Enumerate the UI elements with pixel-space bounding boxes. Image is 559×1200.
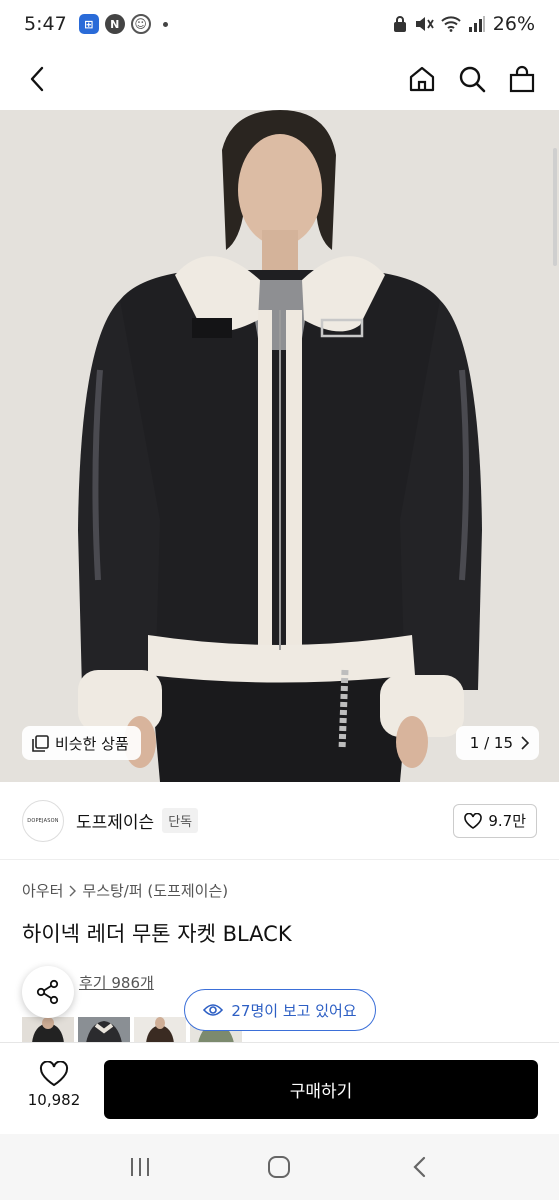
breadcrumb: 아우터 무스탕/퍼 (도프제이슨) bbox=[22, 880, 228, 901]
chevron-right-icon bbox=[521, 736, 529, 750]
breadcrumb-category[interactable]: 아우터 bbox=[22, 880, 63, 901]
mute-icon bbox=[415, 17, 434, 31]
product-photo bbox=[0, 110, 559, 782]
home-system-button[interactable] bbox=[264, 1152, 294, 1182]
lock-icon bbox=[393, 16, 406, 32]
share-icon bbox=[36, 979, 59, 1005]
brand-like-count: 9.7만 bbox=[488, 812, 526, 830]
system-navigation-bar bbox=[0, 1134, 559, 1200]
home-circle-icon bbox=[268, 1156, 291, 1178]
thumbnail-2[interactable] bbox=[78, 1017, 130, 1043]
buy-button[interactable]: 구매하기 bbox=[104, 1060, 538, 1119]
search-button[interactable] bbox=[457, 64, 487, 94]
heart-icon bbox=[464, 812, 483, 829]
wifi-icon bbox=[441, 16, 461, 32]
gallery-counter[interactable]: 1 / 15 bbox=[455, 726, 539, 760]
recent-apps-icon bbox=[130, 1158, 149, 1176]
review-link[interactable]: 후기 986개 bbox=[79, 972, 154, 993]
similar-items-button[interactable]: 비슷한 상품 bbox=[22, 726, 141, 760]
recent-apps-button[interactable] bbox=[125, 1152, 155, 1182]
thumbnail-1[interactable] bbox=[22, 1017, 74, 1043]
share-button[interactable] bbox=[22, 966, 74, 1018]
product-image[interactable]: 비슷한 상품 1 / 15 bbox=[0, 110, 559, 782]
home-icon bbox=[409, 66, 435, 92]
wishlist-count: 10,982 bbox=[27, 1091, 81, 1109]
thumbnail-3[interactable] bbox=[134, 1017, 186, 1043]
home-button[interactable] bbox=[407, 64, 437, 94]
bottom-action-bar: 10,982 구매하기 bbox=[0, 1042, 559, 1134]
viewers-indicator: 27명이 보고 있어요 bbox=[184, 989, 376, 1031]
app-header bbox=[0, 48, 559, 110]
battery-level: 26% bbox=[492, 13, 535, 35]
brand-like-button[interactable]: 9.7만 bbox=[453, 803, 537, 838]
status-bar: 5:47 ⊞ N ☺ 26% bbox=[0, 0, 559, 48]
exclusive-badge: 단독 bbox=[162, 808, 199, 833]
product-title: 하이넥 레더 무톤 자켓 BLACK bbox=[22, 922, 292, 946]
signal-icon bbox=[468, 16, 485, 32]
shopping-bag-icon bbox=[509, 65, 535, 93]
viewers-text: 27명이 보고 있어요 bbox=[231, 1001, 357, 1020]
heart-icon bbox=[39, 1061, 69, 1087]
copy-icon bbox=[32, 734, 49, 752]
breadcrumb-subcategory[interactable]: 무스탕/퍼 (도프제이슨) bbox=[82, 880, 228, 901]
wishlist-button[interactable]: 10,982 bbox=[18, 1061, 90, 1109]
brand-logo[interactable]: DOPEJASON bbox=[22, 799, 64, 842]
back-chevron-icon bbox=[413, 1156, 426, 1178]
cart-button[interactable] bbox=[507, 64, 537, 94]
face-notification-icon: ☺ bbox=[130, 14, 151, 34]
more-notifications-icon bbox=[162, 21, 168, 27]
back-button[interactable] bbox=[22, 64, 52, 94]
brand-name[interactable]: 도프제이슨 bbox=[76, 808, 154, 833]
status-time: 5:47 bbox=[24, 13, 67, 35]
back-system-button[interactable] bbox=[404, 1152, 434, 1182]
brand-row: DOPEJASON 도프제이슨 단독 9.7만 bbox=[0, 782, 559, 860]
search-icon bbox=[459, 66, 486, 93]
scrollbar[interactable] bbox=[553, 148, 557, 266]
similar-items-label: 비슷한 상품 bbox=[55, 734, 129, 753]
naver-notification-icon: N bbox=[104, 14, 125, 34]
eye-icon bbox=[203, 1004, 224, 1016]
gallery-counter-text: 1 / 15 bbox=[469, 734, 513, 752]
app-notification-icon: ⊞ bbox=[78, 14, 99, 34]
chevron-left-icon bbox=[30, 66, 44, 92]
chevron-right-icon bbox=[69, 885, 77, 896]
